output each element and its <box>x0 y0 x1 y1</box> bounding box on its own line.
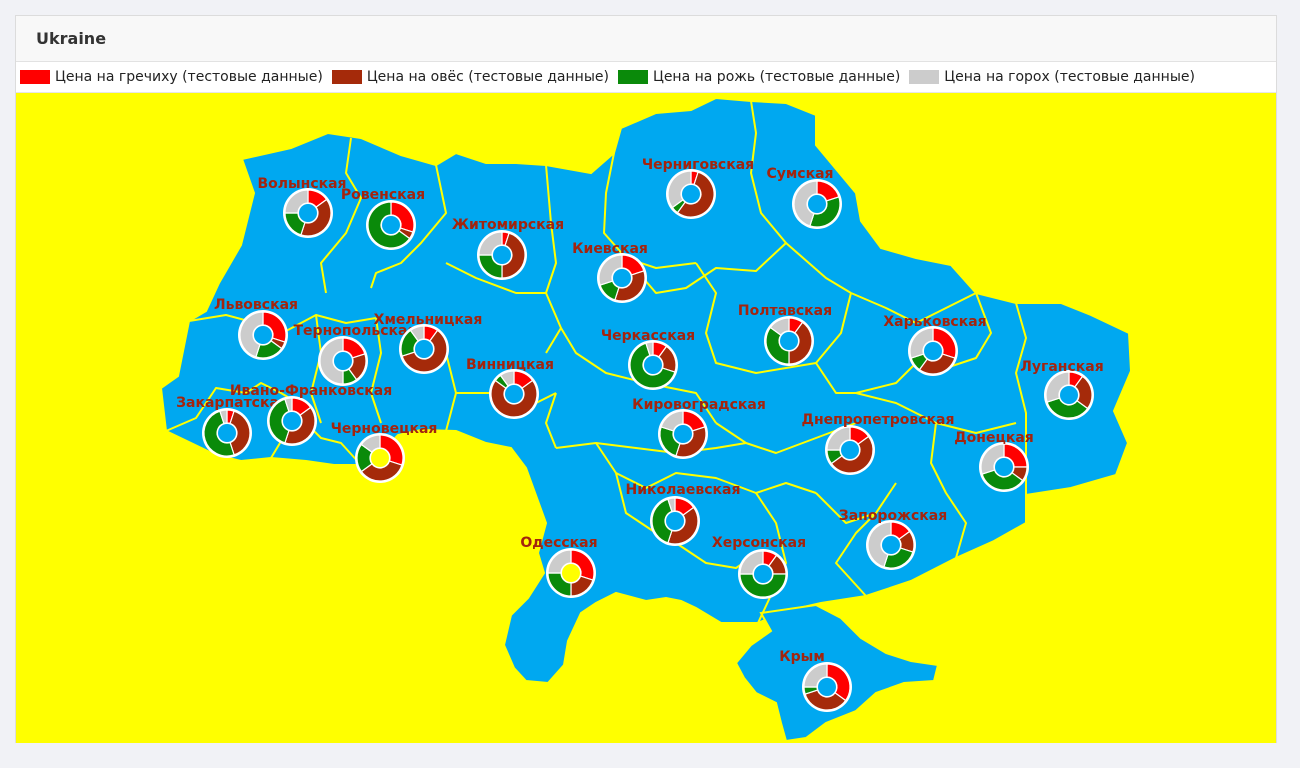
map-area: Волынская Ровенская Житомирская Черниговска… <box>16 93 1276 743</box>
region-label: Донецкая <box>954 430 1034 446</box>
donut-hole <box>882 536 900 554</box>
donut-hole <box>254 326 272 344</box>
region-label: Херсонская <box>712 535 806 551</box>
ukraine-map: ВолынскаяРовенская Житомирская Черниговска… <box>159 96 1133 743</box>
donut-hole <box>674 425 692 443</box>
region-label: Киевская <box>572 241 648 257</box>
region-label: Ровенская <box>341 187 425 203</box>
donut-hole <box>371 449 389 467</box>
region-label: Харьковская <box>883 314 986 330</box>
donut-hole <box>415 340 433 358</box>
region-label: Днепропетровская <box>802 412 955 428</box>
region-label: Житомирская <box>452 217 564 233</box>
region-label: Волынская <box>257 176 346 192</box>
region-label: Николаевская <box>626 482 741 498</box>
region-label: Хмельницкая <box>374 312 483 328</box>
region-label: Крым <box>779 649 825 665</box>
region-label: Запорожская <box>839 508 948 524</box>
legend-swatch-oats <box>331 70 362 84</box>
donut-hole <box>818 678 836 696</box>
donut-hole <box>1060 386 1078 404</box>
region-label: Львовская <box>214 297 298 313</box>
region-одесская[interactable]: Одесская <box>520 535 598 598</box>
donut-hole <box>218 424 236 442</box>
donut-hole <box>613 269 631 287</box>
region-label: Сумская <box>766 166 833 182</box>
donut-hole <box>505 385 523 403</box>
donut-hole <box>754 565 772 583</box>
region-label: Черкасская <box>601 328 695 344</box>
region-label: Луганская <box>1020 359 1103 375</box>
donut-hole <box>666 512 684 530</box>
panel-title: Ukraine <box>36 29 107 48</box>
donut-hole <box>334 352 352 370</box>
donut-hole <box>924 342 942 360</box>
legend-label-oats: Цена на овёс (тестовые данные) <box>366 69 609 85</box>
legend-item-peas[interactable]: Цена на горох (тестовые данные) <box>909 69 1195 85</box>
legend-swatch-peas <box>909 70 940 84</box>
region-label: Ивано-Франковская <box>230 383 392 399</box>
legend-label-rye: Цена на рожь (тестовые данные) <box>652 69 901 85</box>
donut-hole <box>382 216 400 234</box>
legend-swatch-buckwheat <box>20 70 50 84</box>
legend-item-buckwheat[interactable]: Цена на гречиху (тестовые данные) <box>20 69 323 85</box>
legend-item-oats[interactable]: Цена на овёс (тестовые данные) <box>331 69 609 85</box>
region-label: Черновецкая <box>331 421 438 437</box>
map-panel: Ukraine Цена на гречиху (тестовые данные… <box>15 15 1277 743</box>
legend-swatch-rye <box>617 70 648 84</box>
region-label: Винницкая <box>466 357 554 373</box>
chart-legend: Цена на гречиху (тестовые данные) Цена н… <box>16 62 1276 93</box>
donut-hole <box>644 356 662 374</box>
donut-hole <box>780 332 798 350</box>
legend-item-rye[interactable]: Цена на рожь (тестовые данные) <box>617 69 901 85</box>
donut-hole <box>299 204 317 222</box>
donut-hole <box>841 441 859 459</box>
region-label: Кировоградская <box>632 397 766 413</box>
donut-hole <box>808 195 826 213</box>
legend-label-peas: Цена на горох (тестовые данные) <box>944 69 1195 85</box>
donut-hole <box>283 412 301 430</box>
region-label: Полтавская <box>738 303 832 319</box>
legend-label-buckwheat: Цена на гречиху (тестовые данные) <box>55 69 323 85</box>
donut-hole <box>562 564 580 582</box>
region-label: Одесская <box>520 535 597 551</box>
donut-hole <box>493 246 511 264</box>
region-label: Черниговская <box>642 157 754 173</box>
donut-hole <box>682 185 700 203</box>
donut-hole <box>995 458 1013 476</box>
panel-header: Ukraine <box>16 16 1276 62</box>
